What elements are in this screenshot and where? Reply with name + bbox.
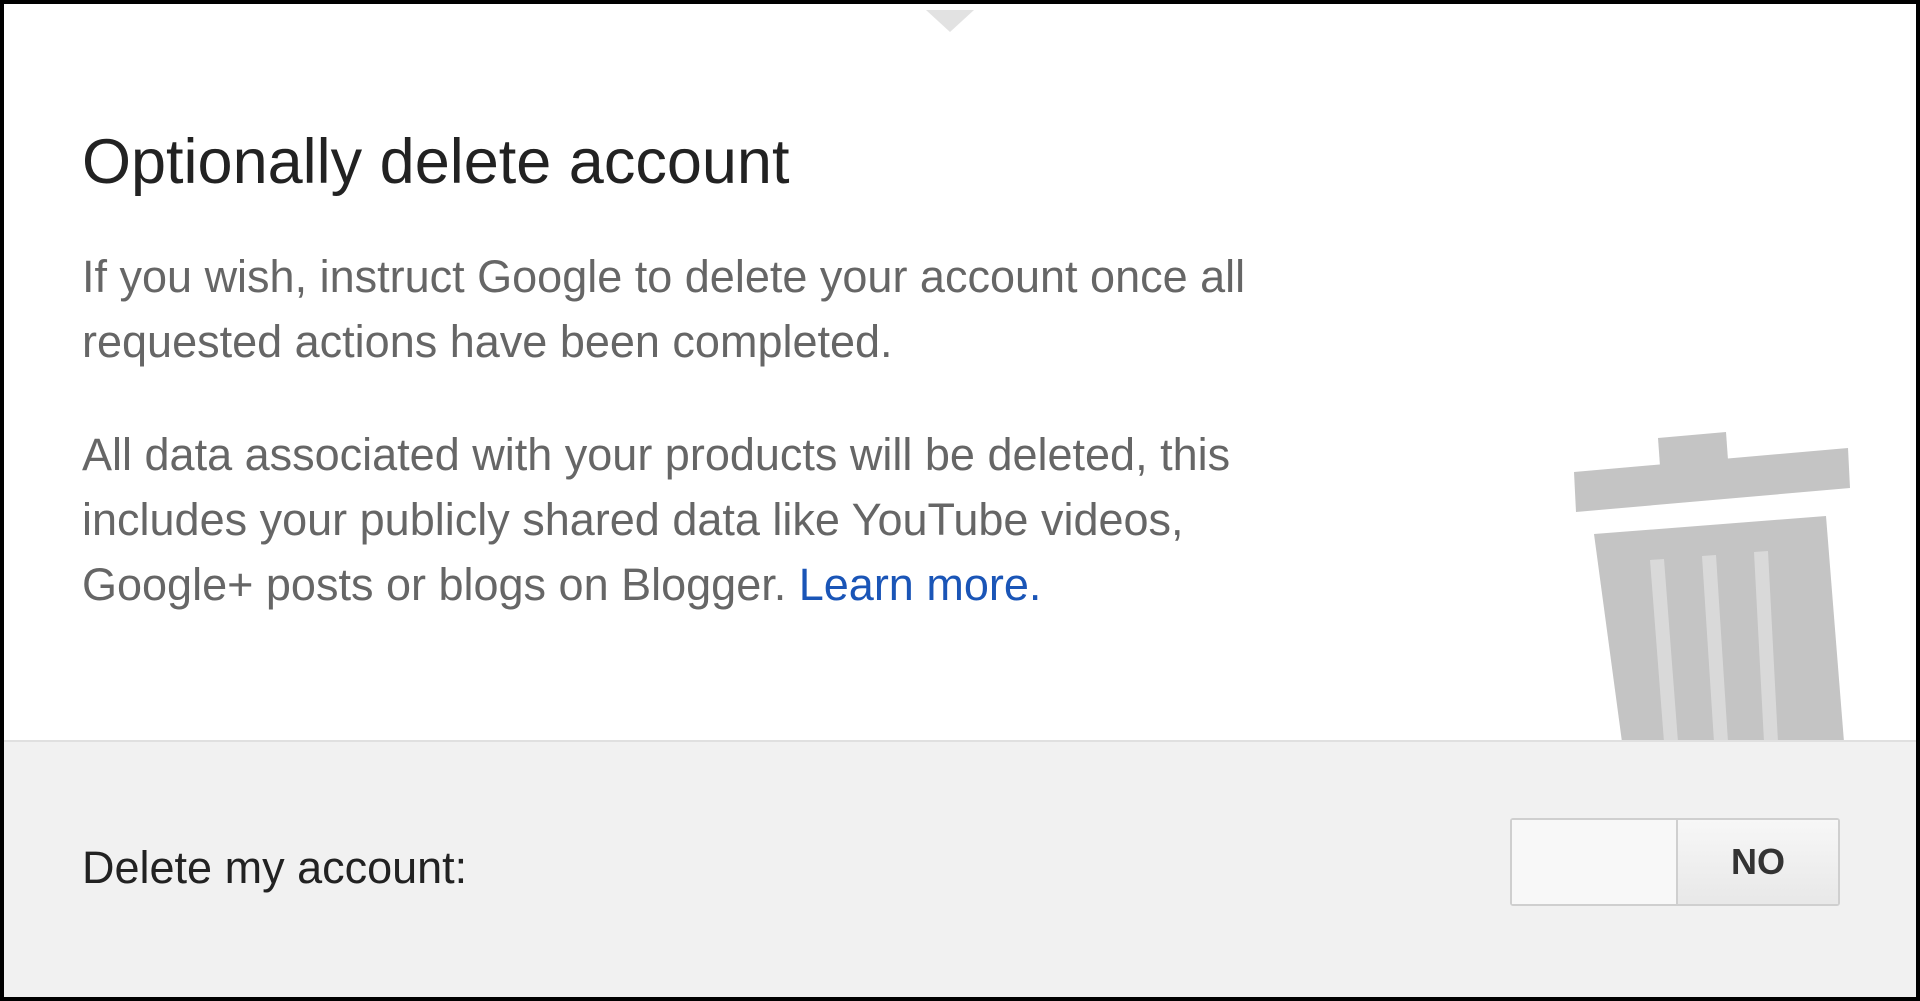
toggle-no-knob[interactable]: NO — [1676, 820, 1838, 904]
delete-account-toggle[interactable]: NO — [1510, 818, 1840, 906]
delete-account-dialog: Optionally delete account If you wish, i… — [0, 0, 1920, 1001]
delete-account-label: Delete my account: — [82, 842, 468, 893]
description-paragraph: If you wish, instruct Google to delete y… — [82, 244, 1245, 374]
notice-line-3: Google+ posts or blogs on Blogger. — [82, 559, 799, 610]
dialog-title: Optionally delete account — [82, 127, 790, 197]
popover-caret — [926, 10, 974, 32]
trash-can-icon — [1574, 432, 1850, 742]
description-line-2: requested actions have been completed. — [82, 316, 893, 367]
notice-line-1: All data associated with your products w… — [82, 429, 1231, 480]
notice-line-2: includes your publicly shared data like … — [82, 494, 1184, 545]
toggle-track[interactable] — [1512, 820, 1676, 904]
description-line-1: If you wish, instruct Google to delete y… — [82, 251, 1246, 302]
learn-more-period: . — [1028, 559, 1042, 610]
dialog-footer: Delete my account: NO — [4, 740, 1916, 997]
data-deletion-notice: All data associated with your products w… — [82, 422, 1230, 617]
learn-more-link[interactable]: Learn more — [799, 559, 1029, 610]
